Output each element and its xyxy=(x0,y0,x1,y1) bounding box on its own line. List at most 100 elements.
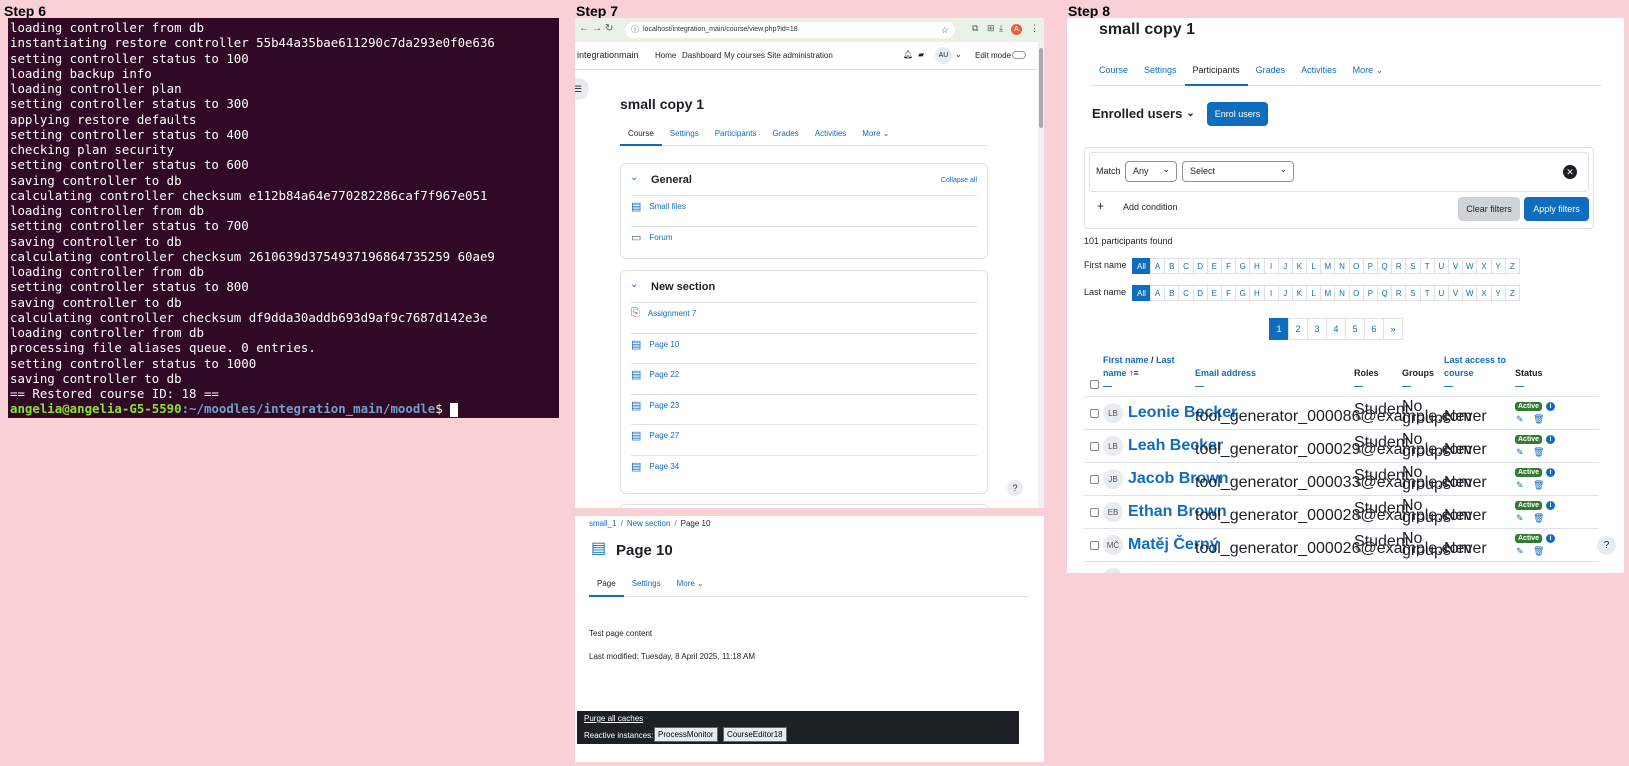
initial-x[interactable]: X xyxy=(1476,258,1492,274)
help-icon[interactable]: ? xyxy=(1597,536,1616,555)
url-bar[interactable]: ⓘ localhost/integration_main/course/view… xyxy=(625,22,955,38)
collapse-column-icon[interactable]: — xyxy=(1402,380,1434,393)
initial-o[interactable]: O xyxy=(1348,258,1364,274)
edit-role-pencil-icon[interactable]: ✎ xyxy=(1355,446,1363,457)
initial-q[interactable]: Q xyxy=(1377,285,1393,301)
initial-n[interactable]: N xyxy=(1334,258,1350,274)
collapse-column-icon[interactable]: — xyxy=(1444,380,1508,393)
edit-enrolment-icon[interactable]: ✎ xyxy=(1516,447,1524,458)
bell-icon[interactable]: 🔔︎ xyxy=(903,50,913,59)
terminal-window[interactable]: loading controller from db instantiating … xyxy=(8,18,559,418)
initial-z[interactable]: Z xyxy=(1504,285,1520,301)
apply-filters-button[interactable]: Apply filters xyxy=(1524,197,1589,221)
initial-u[interactable]: U xyxy=(1433,258,1449,274)
trash-icon[interactable]: 🗑︎ xyxy=(1533,513,1544,524)
back-icon[interactable]: ← xyxy=(579,23,589,34)
terminal-prompt[interactable]: angelia@angelia-G5-5590:~/moodles/integr… xyxy=(10,401,559,417)
initial-m[interactable]: M xyxy=(1320,258,1336,274)
row-checkbox[interactable] xyxy=(1090,442,1099,451)
name-column-header[interactable]: First name / Last name ↑≡ — xyxy=(1103,354,1183,393)
course-editor-button[interactable]: CourseEditor18 xyxy=(723,727,787,742)
nav-site-admin[interactable]: Site administration xyxy=(767,51,833,60)
tab-activities[interactable]: Activities xyxy=(1293,56,1345,85)
initial-e[interactable]: E xyxy=(1206,258,1222,274)
enrolment-info-icon[interactable]: i xyxy=(1546,501,1555,510)
tab-more[interactable]: More ⌄ xyxy=(854,124,897,145)
plus-icon[interactable]: + xyxy=(1097,199,1104,213)
enrolment-info-icon[interactable]: i xyxy=(1546,468,1555,477)
initial-w[interactable]: W xyxy=(1462,285,1478,301)
initial-i[interactable]: I xyxy=(1263,258,1279,274)
section-collapse-chevron-icon[interactable]: ⌄ xyxy=(630,279,638,290)
initial-c[interactable]: C xyxy=(1178,258,1194,274)
process-monitor-button[interactable]: ProcessMonitor xyxy=(654,727,718,742)
collapse-column-icon[interactable]: — xyxy=(1354,380,1379,393)
collapse-column-icon[interactable]: — xyxy=(1515,380,1543,393)
activity-item[interactable]: ▤ Page 27 xyxy=(631,429,679,442)
tab-participants[interactable]: Participants xyxy=(1184,56,1248,86)
edit-mode-toggle[interactable] xyxy=(1012,51,1026,59)
purge-caches-link[interactable]: Purge all caches xyxy=(584,714,643,723)
collapse-all-link[interactable]: Collapse all xyxy=(941,177,977,184)
add-condition-button[interactable]: Add condition xyxy=(1123,202,1178,212)
initial-e[interactable]: E xyxy=(1206,285,1222,301)
initial-h[interactable]: H xyxy=(1249,285,1265,301)
scrollbar[interactable] xyxy=(1038,42,1044,508)
initial-c[interactable]: C xyxy=(1178,285,1194,301)
nav-my-courses[interactable]: My courses xyxy=(724,51,765,60)
row-checkbox[interactable] xyxy=(1090,541,1099,550)
initial-v[interactable]: V xyxy=(1447,285,1464,301)
user-menu-chevron-icon[interactable]: ⌄ xyxy=(955,50,962,59)
tab-more[interactable]: More ⌄ xyxy=(669,573,712,596)
breadcrumb-section[interactable]: New section xyxy=(627,519,671,528)
page-6[interactable]: 6 xyxy=(1364,318,1384,340)
initial-s[interactable]: S xyxy=(1405,258,1421,274)
initial-s[interactable]: S xyxy=(1405,285,1421,301)
nav-home[interactable]: Home xyxy=(655,51,676,60)
enrolment-info-icon[interactable]: i xyxy=(1546,402,1555,411)
collapse-column-icon[interactable]: — xyxy=(1103,380,1183,393)
initial-j[interactable]: J xyxy=(1277,285,1293,301)
last-access-column-header[interactable]: Last access to course — xyxy=(1444,354,1508,393)
initial-k[interactable]: K xyxy=(1291,258,1308,274)
select-all-checkbox[interactable] xyxy=(1090,380,1099,389)
activity-item[interactable]: ⎘ Assignment 7 xyxy=(631,307,696,320)
initial-l[interactable]: L xyxy=(1306,258,1322,274)
initial-i[interactable]: I xyxy=(1263,285,1279,301)
initial-d[interactable]: D xyxy=(1192,285,1208,301)
initial-f[interactable]: F xyxy=(1220,285,1237,301)
activity-forum[interactable]: ▭ Forum xyxy=(631,231,673,244)
tab-course[interactable]: Course xyxy=(620,124,662,146)
tab-grades[interactable]: Grades xyxy=(765,124,807,145)
initial-j[interactable]: J xyxy=(1277,258,1293,274)
scrollbar-thumb[interactable] xyxy=(1039,48,1043,128)
page-3[interactable]: 3 xyxy=(1307,318,1327,340)
download-icon[interactable]: ⤓ xyxy=(999,23,1003,34)
activity-item[interactable]: ▤ Page 22 xyxy=(631,368,679,381)
section-collapse-chevron-icon[interactable]: ⌄ xyxy=(630,172,638,183)
filter-type-select[interactable]: Select ⌄ xyxy=(1182,161,1294,182)
edit-role-pencil-icon[interactable]: ✎ xyxy=(1355,413,1363,424)
forward-icon[interactable]: → xyxy=(592,23,602,34)
initial-o[interactable]: O xyxy=(1348,285,1364,301)
match-select[interactable]: Any ⌄ xyxy=(1125,161,1177,182)
row-checkbox[interactable] xyxy=(1090,475,1099,484)
edit-enrolment-icon[interactable]: ✎ xyxy=(1516,546,1524,557)
trash-icon[interactable]: 🗑︎ xyxy=(1533,414,1544,425)
remove-filter-icon[interactable]: ✕ xyxy=(1563,165,1577,179)
profile-avatar-icon[interactable]: A xyxy=(1011,24,1022,35)
tab-settings[interactable]: Settings xyxy=(624,573,669,596)
tab-course[interactable]: Course xyxy=(1091,56,1136,85)
reload-icon[interactable]: ↻ xyxy=(605,23,613,34)
initial-f[interactable]: F xyxy=(1220,258,1237,274)
edit-enrolment-icon[interactable]: ✎ xyxy=(1516,414,1524,425)
extension-icon[interactable]: ⧉ xyxy=(972,23,978,34)
site-info-icon[interactable]: ⓘ xyxy=(631,22,639,38)
initial-all[interactable]: All xyxy=(1132,285,1151,301)
collapse-column-icon[interactable]: — xyxy=(1195,380,1256,393)
initial-t[interactable]: T xyxy=(1419,258,1435,274)
initial-q[interactable]: Q xyxy=(1377,258,1393,274)
edit-role-pencil-icon[interactable]: ✎ xyxy=(1355,479,1363,490)
help-icon[interactable]: ? xyxy=(1007,480,1023,496)
bookmark-star-icon[interactable]: ☆ xyxy=(941,22,949,38)
